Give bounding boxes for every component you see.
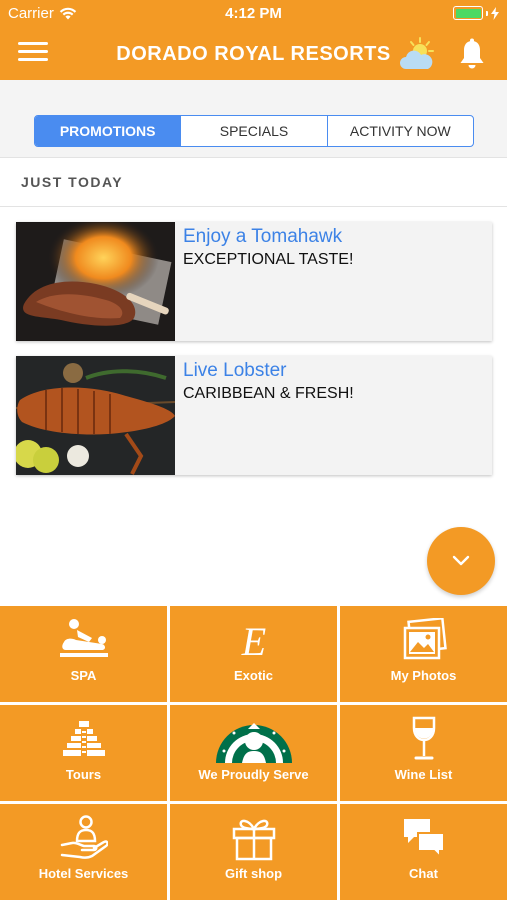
- weather-partly-cloudy-icon[interactable]: [398, 36, 436, 72]
- wine-glass-icon: [412, 716, 435, 760]
- pyramid-icon: [62, 721, 105, 756]
- battery-icon: [453, 6, 483, 20]
- menu-label: Tours: [65, 767, 102, 782]
- menu-label: Gift shop: [224, 866, 283, 881]
- menu-tile-spa[interactable]: SPA: [0, 606, 167, 702]
- menu-tile-chat[interactable]: Chat: [340, 804, 507, 900]
- battery-indicator: [453, 6, 499, 20]
- status-time: 4:12 PM: [225, 5, 282, 22]
- menu-label: We Proudly Serve: [198, 767, 309, 782]
- promo-title: Live Lobster: [183, 360, 287, 381]
- menu-tile-wine-list[interactable]: Wine List: [340, 705, 507, 801]
- lobster-image: [16, 356, 175, 475]
- segmented-control: PROMOTIONS SPECIALS ACTIVITY NOW: [34, 115, 474, 147]
- tab-specials[interactable]: SPECIALS: [180, 116, 326, 146]
- menu-label: Chat: [409, 866, 438, 881]
- menu-label: Exotic: [233, 668, 273, 683]
- menu-label: Hotel Services: [38, 866, 129, 881]
- tab-promotions[interactable]: PROMOTIONS: [35, 116, 181, 146]
- chat-icon: [403, 819, 445, 859]
- status-bar: Carrier 4:12 PM: [0, 0, 507, 28]
- hotel-services-icon: [60, 815, 108, 859]
- gift-icon: [232, 819, 275, 861]
- promo-subtitle: CARIBBEAN & FRESH!: [183, 385, 354, 402]
- section-title: JUST TODAY: [21, 174, 124, 190]
- chevron-down-icon: [452, 555, 470, 566]
- menu-label: Wine List: [394, 767, 453, 782]
- menu-tile-hotel-services[interactable]: Hotel Services: [0, 804, 167, 900]
- expand-menu-button[interactable]: [427, 527, 495, 595]
- promo-card-tomahawk[interactable]: Enjoy a Tomahawk EXCEPTIONAL TASTE!: [16, 222, 492, 341]
- app-header: DORADO ROYAL RESORTS: [0, 28, 507, 80]
- promo-card-lobster[interactable]: Live Lobster CARIBBEAN & FRESH!: [16, 356, 492, 475]
- photos-icon: [403, 618, 447, 660]
- menu-tile-we-proudly-serve[interactable]: We Proudly Serve: [170, 705, 337, 801]
- menu-tile-my-photos[interactable]: My Photos: [340, 606, 507, 702]
- svg-text:E: E: [240, 619, 265, 663]
- menu-label: My Photos: [390, 668, 457, 683]
- exotic-icon: E: [240, 619, 265, 663]
- menu-tile-tours[interactable]: Tours: [0, 705, 167, 801]
- charging-bolt-icon: [491, 6, 499, 20]
- promo-title: Enjoy a Tomahawk: [183, 226, 343, 247]
- spa-icon: [59, 619, 108, 657]
- menu-label: SPA: [70, 668, 97, 683]
- promo-subtitle: EXCEPTIONAL TASTE!: [183, 251, 354, 268]
- notification-bell-icon[interactable]: [457, 38, 487, 70]
- tomahawk-steak-image: [16, 222, 175, 341]
- divider: [0, 206, 507, 207]
- menu-tile-exotic[interactable]: E Exotic: [170, 606, 337, 702]
- services-menu-grid: SPA E Exotic My Photos Tours We Proudly …: [0, 606, 507, 900]
- menu-tile-gift-shop[interactable]: Gift shop: [170, 804, 337, 900]
- tab-bar-container: PROMOTIONS SPECIALS ACTIVITY NOW: [0, 80, 507, 158]
- tab-activity-now[interactable]: ACTIVITY NOW: [326, 116, 473, 146]
- starbucks-icon: [215, 723, 292, 763]
